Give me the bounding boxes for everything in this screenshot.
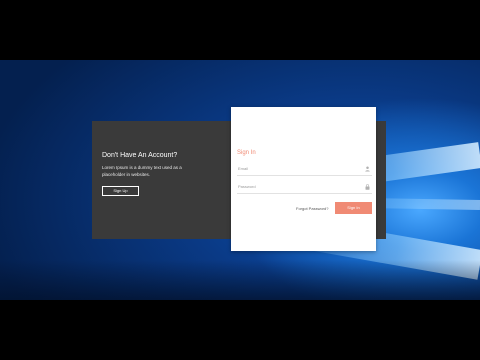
sign-in-card	[231, 107, 376, 251]
password-underline	[237, 193, 372, 194]
signup-panel-text: Lorem Ipsum is a dummy text used as a pl…	[102, 165, 182, 177]
email-field[interactable]: Email	[237, 164, 372, 176]
sign-in-button[interactable]: Sign In	[335, 202, 372, 214]
wallpaper-floor	[0, 260, 480, 300]
lock-icon	[365, 184, 370, 190]
sign-in-title: Sign In	[237, 150, 256, 156]
email-underline	[237, 175, 372, 176]
password-field[interactable]: Password	[237, 182, 372, 194]
email-placeholder: Email	[238, 166, 249, 171]
forgot-password-link[interactable]: Forgot Password?	[296, 206, 328, 212]
signup-panel-title: Don't Have An Account?	[102, 152, 178, 159]
user-icon	[365, 166, 370, 172]
sign-up-button[interactable]: Sign Up	[102, 186, 139, 196]
password-placeholder: Password	[238, 184, 256, 189]
